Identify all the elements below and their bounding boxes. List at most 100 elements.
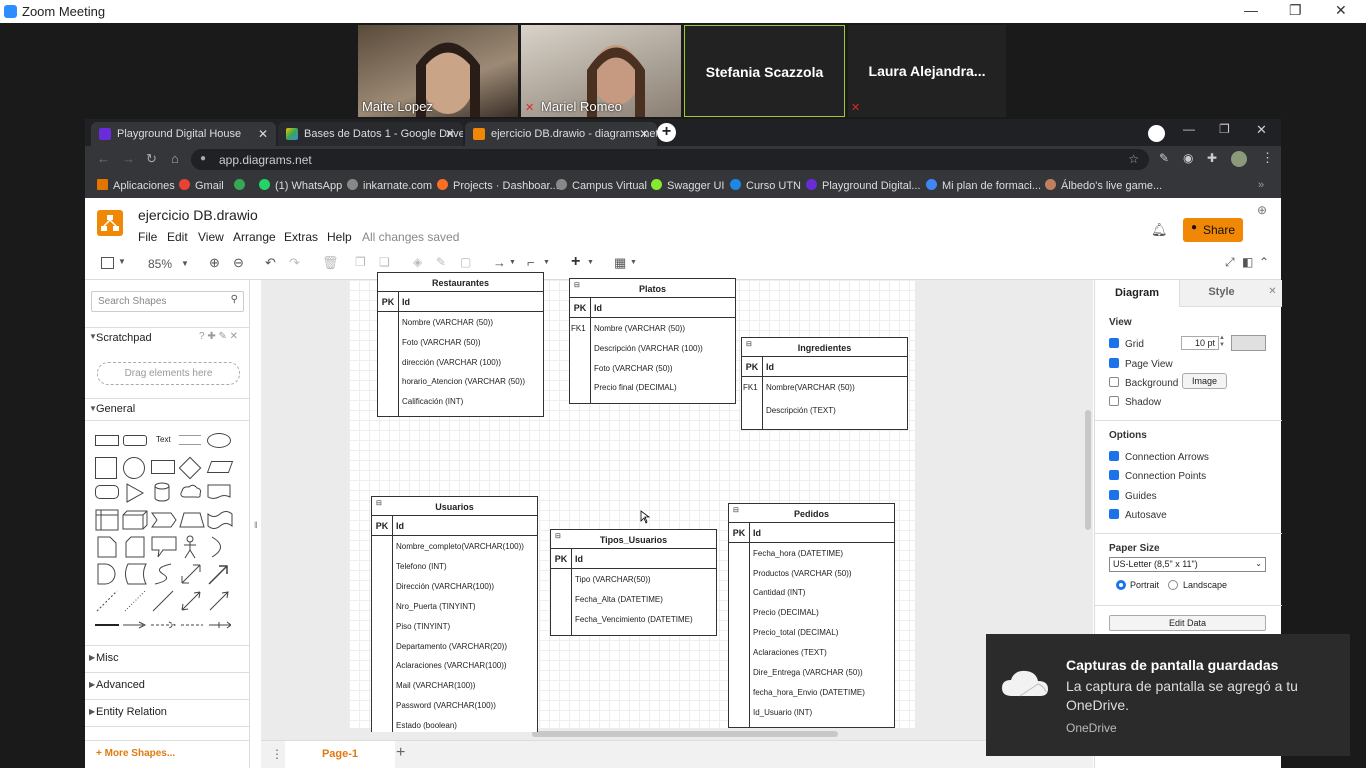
card-shape[interactable] xyxy=(125,536,145,558)
reload-icon[interactable]: ↻ xyxy=(146,151,157,167)
rectangle-shape[interactable] xyxy=(95,435,119,446)
image-button[interactable]: Image xyxy=(1182,373,1227,389)
close-tab-icon[interactable]: ✕ xyxy=(445,127,455,141)
waypoints-icon[interactable]: ⌐ xyxy=(527,255,535,270)
zoom-level[interactable]: 85% xyxy=(148,257,172,271)
to-back-icon[interactable]: ❏ xyxy=(379,255,390,269)
bookmark-albedo[interactable]: Álbedo's live game... xyxy=(1045,179,1162,192)
format-toggle-icon[interactable]: ◧ xyxy=(1242,255,1253,269)
curve-shape[interactable] xyxy=(153,562,173,586)
general-header[interactable]: General xyxy=(96,403,135,415)
square-shape[interactable] xyxy=(95,457,117,479)
triangle-shape[interactable] xyxy=(125,483,145,503)
zoom-out-icon[interactable]: ⊖ xyxy=(233,255,244,271)
minimize-icon[interactable]: — xyxy=(1244,2,1258,18)
bookmark-google[interactable]: Mi plan de formaci... xyxy=(926,179,1041,192)
connection-points-checkbox[interactable]: Connection Points xyxy=(1109,470,1206,482)
trapezoid-shape[interactable] xyxy=(179,512,205,528)
circle-shape[interactable] xyxy=(123,457,145,479)
note-shape[interactable] xyxy=(97,536,117,558)
table-icon[interactable]: ▦ xyxy=(614,255,626,271)
collapse-icon[interactable]: ⊟ xyxy=(574,281,580,289)
callout-shape[interactable] xyxy=(151,536,177,558)
browser-tab[interactable]: Bases de Datos 1 - Google Drive ✕ xyxy=(278,122,463,146)
restore-icon[interactable]: ❐ xyxy=(1219,122,1230,136)
restore-icon[interactable]: ❐ xyxy=(1289,2,1302,19)
more-shapes-button[interactable]: + More Shapes... xyxy=(96,748,175,759)
or-shape[interactable] xyxy=(209,536,229,558)
scratchpad-actions[interactable]: ? ✚ ✎ ✕ xyxy=(199,331,238,342)
rounded-rectangle-shape[interactable] xyxy=(123,435,147,446)
step-shape[interactable] xyxy=(151,512,177,528)
bookmark-campus[interactable]: Campus Virtual xyxy=(556,179,647,192)
cylinder-shape[interactable] xyxy=(152,482,172,502)
onedrive-notification[interactable]: Capturas de pantalla guardadas La captur… xyxy=(986,634,1350,756)
close-tab-icon[interactable]: ✕ xyxy=(258,127,268,141)
resize-handle[interactable]: ‖ xyxy=(254,520,258,530)
globe-icon[interactable]: ⊕ xyxy=(1257,203,1267,217)
vertical-scrollbar[interactable] xyxy=(1085,410,1091,530)
avatar[interactable] xyxy=(1231,151,1247,167)
portrait-radio[interactable] xyxy=(1116,580,1126,590)
participant-tile[interactable]: Maite Lopez xyxy=(358,25,518,117)
hexagon-shape[interactable] xyxy=(95,485,119,499)
page-tab-page-1[interactable]: Page-1 xyxy=(285,741,395,768)
forward-icon[interactable]: → xyxy=(122,151,135,166)
collapse-icon[interactable]: ⊟ xyxy=(733,506,739,514)
autosave-checkbox[interactable]: Autosave xyxy=(1109,509,1167,521)
edit-data-button[interactable]: Edit Data xyxy=(1109,615,1266,631)
menu-icon[interactable]: ⋮ xyxy=(1261,150,1274,166)
landscape-radio[interactable] xyxy=(1168,580,1178,590)
document-title[interactable]: ejercicio DB.drawio xyxy=(138,207,258,223)
insert-icon[interactable]: + xyxy=(571,253,580,271)
camera-icon[interactable]: ◉ xyxy=(1183,151,1193,165)
table-ingredientes[interactable]: ⊟ Ingredientes PK Id FK1 Nombre(VARCHAR (5… xyxy=(741,337,908,430)
bookmark-inkarnate[interactable]: inkarnate.com xyxy=(347,179,432,192)
pencil-icon[interactable]: ✎ xyxy=(1159,151,1169,165)
close-icon[interactable]: ✕ xyxy=(1335,2,1347,19)
add-page-icon[interactable]: + xyxy=(396,744,405,762)
profile-menu-icon[interactable] xyxy=(1148,125,1165,142)
new-tab-icon[interactable]: + xyxy=(657,123,676,142)
entity-relation-header[interactable]: Entity Relation xyxy=(96,706,167,718)
connection-arrows-checkbox[interactable]: Connection Arrows xyxy=(1109,451,1209,463)
bookmark-apps[interactable]: Aplicaciones xyxy=(97,179,175,192)
pages-menu-icon[interactable]: ⋮ xyxy=(271,747,283,761)
home-icon[interactable]: ⌂ xyxy=(171,151,179,166)
menu-arrange[interactable]: Arrange xyxy=(233,230,276,244)
tab-diagram[interactable]: Diagram xyxy=(1095,280,1179,307)
process-shape[interactable] xyxy=(151,460,175,474)
redo-icon[interactable]: ↷ xyxy=(289,255,300,271)
textbox-shape[interactable] xyxy=(179,435,201,445)
dashed-line-shape[interactable] xyxy=(95,589,119,613)
ellipse-shape[interactable] xyxy=(207,433,231,448)
menu-help[interactable]: Help xyxy=(327,230,352,244)
bookmark-whatsapp[interactable]: (1) WhatsApp xyxy=(259,179,342,192)
search-shapes-input[interactable]: Search Shapes ⚲ xyxy=(91,291,244,312)
bookmark-swagger[interactable]: Swagger UI xyxy=(651,179,724,192)
table-usuarios[interactable]: ⊟ Usuarios PK Id Nombre_completo(VARCHAR(1… xyxy=(371,496,538,732)
delete-icon[interactable]: 🗑︎ xyxy=(322,255,339,271)
participant-tile-active-speaker[interactable]: Stefania Scazzola xyxy=(684,25,845,117)
data-storage-shape[interactable] xyxy=(123,563,147,585)
close-tab-icon[interactable]: ✕ xyxy=(639,127,649,141)
notification-bell-icon[interactable]: 🔔︎ xyxy=(1151,222,1168,238)
menu-file[interactable]: File xyxy=(138,230,157,244)
table-platos[interactable]: ⊟ Platos PK Id FK1 Nombre (VARCHAR (50)) D… xyxy=(569,278,736,404)
bookmark-gitlab[interactable]: Projects · Dashboar... xyxy=(437,179,559,192)
actor-shape[interactable] xyxy=(181,535,199,559)
tab-style[interactable]: Style xyxy=(1179,280,1263,307)
bidirectional-arrow-shape[interactable] xyxy=(179,562,203,586)
fullscreen-icon[interactable]: ⤢ xyxy=(1225,255,1235,270)
arrow-shape[interactable] xyxy=(207,562,231,586)
document-shape[interactable] xyxy=(207,484,231,500)
paper-size-select[interactable]: US-Letter (8,5" x 11") ⌄ xyxy=(1109,557,1266,572)
and-shape[interactable] xyxy=(97,563,117,585)
share-button[interactable]: ● Share xyxy=(1183,218,1243,242)
table-tipos-usuarios[interactable]: ⊟ Tipos_Usuarios PK Id Tipo (VARCHAR(50)) … xyxy=(550,529,717,636)
background-checkbox[interactable]: Background xyxy=(1109,377,1178,389)
menu-extras[interactable]: Extras xyxy=(284,230,318,244)
cloud-shape[interactable] xyxy=(179,483,203,501)
back-icon[interactable]: ← xyxy=(97,151,110,166)
zoom-in-icon[interactable]: ⊕ xyxy=(209,255,220,271)
